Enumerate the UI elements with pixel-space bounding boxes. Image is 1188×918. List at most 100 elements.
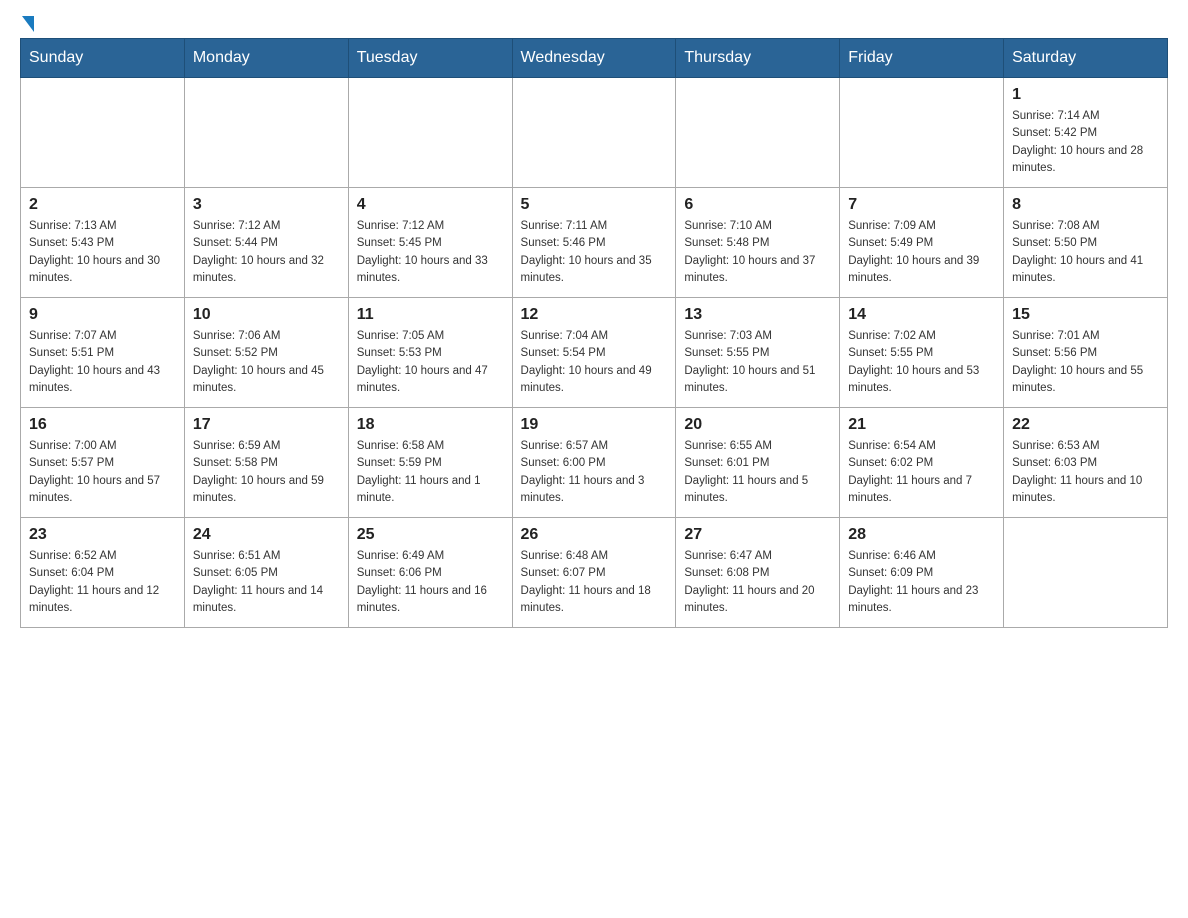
calendar-cell: 10 Sunrise: 7:06 AMSunset: 5:52 PMDayligh… xyxy=(184,298,348,408)
day-info: Sunrise: 6:53 AMSunset: 6:03 PMDaylight:… xyxy=(1012,438,1159,507)
calendar-cell: 11 Sunrise: 7:05 AMSunset: 5:53 PMDayligh… xyxy=(348,298,512,408)
calendar-cell xyxy=(21,78,185,188)
weekday-header-sunday: Sunday xyxy=(21,39,185,78)
day-info: Sunrise: 6:47 AMSunset: 6:08 PMDaylight:… xyxy=(684,548,831,617)
day-number: 2 xyxy=(29,196,176,214)
calendar-cell xyxy=(840,78,1004,188)
calendar-header: SundayMondayTuesdayWednesdayThursdayFrid… xyxy=(21,39,1168,78)
calendar-cell: 8 Sunrise: 7:08 AMSunset: 5:50 PMDaylight… xyxy=(1004,188,1168,298)
calendar-cell: 21Sunrise: 6:54 AMSunset: 6:02 PMDayligh… xyxy=(840,408,1004,518)
day-number: 27 xyxy=(684,526,831,544)
day-info: Sunrise: 6:58 AMSunset: 5:59 PMDaylight:… xyxy=(357,438,504,507)
day-info: Sunrise: 6:52 AMSunset: 6:04 PMDaylight:… xyxy=(29,548,176,617)
day-info: Sunrise: 7:05 AMSunset: 5:53 PMDaylight:… xyxy=(357,328,504,397)
calendar-cell: 28 Sunrise: 6:46 AMSunset: 6:09 PMDayligh… xyxy=(840,518,1004,628)
calendar-table: SundayMondayTuesdayWednesdayThursdayFrid… xyxy=(20,38,1168,628)
day-info: Sunrise: 7:10 AMSunset: 5:48 PMDaylight:… xyxy=(684,218,831,287)
calendar-week-row: 23 Sunrise: 6:52 AMSunset: 6:04 PMDayligh… xyxy=(21,518,1168,628)
day-info: Sunrise: 6:49 AMSunset: 6:06 PMDaylight:… xyxy=(357,548,504,617)
day-number: 10 xyxy=(193,306,340,324)
calendar-cell: 18 Sunrise: 6:58 AMSunset: 5:59 PMDayligh… xyxy=(348,408,512,518)
day-number: 19 xyxy=(521,416,668,434)
day-number: 26 xyxy=(521,526,668,544)
weekday-header-wednesday: Wednesday xyxy=(512,39,676,78)
weekday-header-saturday: Saturday xyxy=(1004,39,1168,78)
calendar-cell: 2 Sunrise: 7:13 AMSunset: 5:43 PMDaylight… xyxy=(21,188,185,298)
day-info: Sunrise: 7:12 AMSunset: 5:44 PMDaylight:… xyxy=(193,218,340,287)
calendar-week-row: 16Sunrise: 7:00 AMSunset: 5:57 PMDayligh… xyxy=(21,408,1168,518)
calendar-cell xyxy=(512,78,676,188)
calendar-cell xyxy=(676,78,840,188)
day-info: Sunrise: 7:14 AMSunset: 5:42 PMDaylight:… xyxy=(1012,108,1159,177)
weekday-header-thursday: Thursday xyxy=(676,39,840,78)
calendar-cell: 23 Sunrise: 6:52 AMSunset: 6:04 PMDayligh… xyxy=(21,518,185,628)
calendar-cell xyxy=(1004,518,1168,628)
calendar-cell: 13 Sunrise: 7:03 AMSunset: 5:55 PMDayligh… xyxy=(676,298,840,408)
calendar-cell: 17 Sunrise: 6:59 AMSunset: 5:58 PMDayligh… xyxy=(184,408,348,518)
day-info: Sunrise: 7:13 AMSunset: 5:43 PMDaylight:… xyxy=(29,218,176,287)
day-info: Sunrise: 7:08 AMSunset: 5:50 PMDaylight:… xyxy=(1012,218,1159,287)
day-number: 12 xyxy=(521,306,668,324)
calendar-cell xyxy=(184,78,348,188)
weekday-header-friday: Friday xyxy=(840,39,1004,78)
day-number: 25 xyxy=(357,526,504,544)
day-number: 3 xyxy=(193,196,340,214)
calendar-cell: 14 Sunrise: 7:02 AMSunset: 5:55 PMDayligh… xyxy=(840,298,1004,408)
calendar-week-row: 2 Sunrise: 7:13 AMSunset: 5:43 PMDaylight… xyxy=(21,188,1168,298)
calendar-cell: 15 Sunrise: 7:01 AMSunset: 5:56 PMDayligh… xyxy=(1004,298,1168,408)
day-number: 15 xyxy=(1012,306,1159,324)
day-number: 23 xyxy=(29,526,176,544)
day-number: 9 xyxy=(29,306,176,324)
day-info: Sunrise: 7:11 AMSunset: 5:46 PMDaylight:… xyxy=(521,218,668,287)
day-number: 11 xyxy=(357,306,504,324)
calendar-week-row: 9 Sunrise: 7:07 AMSunset: 5:51 PMDaylight… xyxy=(21,298,1168,408)
calendar-cell: 25 Sunrise: 6:49 AMSunset: 6:06 PMDayligh… xyxy=(348,518,512,628)
day-info: Sunrise: 6:46 AMSunset: 6:09 PMDaylight:… xyxy=(848,548,995,617)
day-info: Sunrise: 6:55 AMSunset: 6:01 PMDaylight:… xyxy=(684,438,831,507)
day-info: Sunrise: 7:06 AMSunset: 5:52 PMDaylight:… xyxy=(193,328,340,397)
weekday-header-monday: Monday xyxy=(184,39,348,78)
calendar-cell: 27 Sunrise: 6:47 AMSunset: 6:08 PMDayligh… xyxy=(676,518,840,628)
calendar-cell: 4Sunrise: 7:12 AMSunset: 5:45 PMDaylight… xyxy=(348,188,512,298)
calendar-cell: 5 Sunrise: 7:11 AMSunset: 5:46 PMDaylight… xyxy=(512,188,676,298)
day-number: 20 xyxy=(684,416,831,434)
logo-triangle-icon xyxy=(22,16,34,32)
page-header xyxy=(20,20,1168,28)
day-info: Sunrise: 7:01 AMSunset: 5:56 PMDaylight:… xyxy=(1012,328,1159,397)
day-info: Sunrise: 7:02 AMSunset: 5:55 PMDaylight:… xyxy=(848,328,995,397)
day-number: 8 xyxy=(1012,196,1159,214)
day-number: 18 xyxy=(357,416,504,434)
weekday-header-row: SundayMondayTuesdayWednesdayThursdayFrid… xyxy=(21,39,1168,78)
calendar-cell: 24 Sunrise: 6:51 AMSunset: 6:05 PMDayligh… xyxy=(184,518,348,628)
day-info: Sunrise: 7:09 AMSunset: 5:49 PMDaylight:… xyxy=(848,218,995,287)
day-number: 24 xyxy=(193,526,340,544)
calendar-body: 1 Sunrise: 7:14 AMSunset: 5:42 PMDaylight… xyxy=(21,78,1168,628)
calendar-cell: 16Sunrise: 7:00 AMSunset: 5:57 PMDayligh… xyxy=(21,408,185,518)
calendar-week-row: 1 Sunrise: 7:14 AMSunset: 5:42 PMDaylight… xyxy=(21,78,1168,188)
day-number: 13 xyxy=(684,306,831,324)
day-info: Sunrise: 7:03 AMSunset: 5:55 PMDaylight:… xyxy=(684,328,831,397)
calendar-cell: 6Sunrise: 7:10 AMSunset: 5:48 PMDaylight… xyxy=(676,188,840,298)
day-number: 1 xyxy=(1012,86,1159,104)
calendar-cell: 1 Sunrise: 7:14 AMSunset: 5:42 PMDaylight… xyxy=(1004,78,1168,188)
calendar-cell: 26Sunrise: 6:48 AMSunset: 6:07 PMDayligh… xyxy=(512,518,676,628)
calendar-cell: 22Sunrise: 6:53 AMSunset: 6:03 PMDayligh… xyxy=(1004,408,1168,518)
day-info: Sunrise: 7:07 AMSunset: 5:51 PMDaylight:… xyxy=(29,328,176,397)
day-number: 17 xyxy=(193,416,340,434)
logo xyxy=(20,20,34,28)
day-number: 5 xyxy=(521,196,668,214)
day-info: Sunrise: 6:57 AMSunset: 6:00 PMDaylight:… xyxy=(521,438,668,507)
day-info: Sunrise: 6:51 AMSunset: 6:05 PMDaylight:… xyxy=(193,548,340,617)
day-number: 28 xyxy=(848,526,995,544)
calendar-cell: 12Sunrise: 7:04 AMSunset: 5:54 PMDayligh… xyxy=(512,298,676,408)
calendar-cell: 20 Sunrise: 6:55 AMSunset: 6:01 PMDayligh… xyxy=(676,408,840,518)
calendar-cell: 7 Sunrise: 7:09 AMSunset: 5:49 PMDaylight… xyxy=(840,188,1004,298)
day-number: 7 xyxy=(848,196,995,214)
calendar-cell: 9 Sunrise: 7:07 AMSunset: 5:51 PMDaylight… xyxy=(21,298,185,408)
day-number: 14 xyxy=(848,306,995,324)
day-info: Sunrise: 6:59 AMSunset: 5:58 PMDaylight:… xyxy=(193,438,340,507)
day-number: 21 xyxy=(848,416,995,434)
calendar-cell: 3 Sunrise: 7:12 AMSunset: 5:44 PMDaylight… xyxy=(184,188,348,298)
calendar-cell xyxy=(348,78,512,188)
weekday-header-tuesday: Tuesday xyxy=(348,39,512,78)
